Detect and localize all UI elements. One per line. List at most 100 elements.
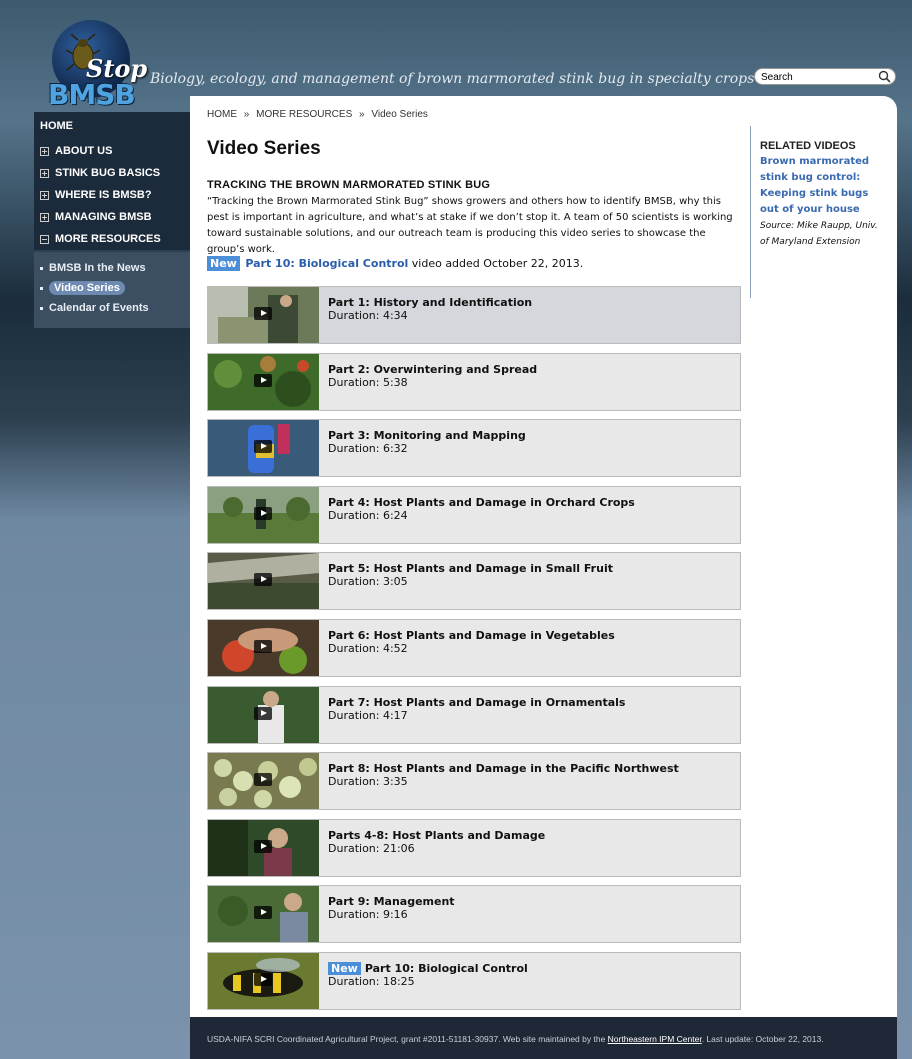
play-icon[interactable] <box>254 639 272 653</box>
logo-bmsb-text: BMSB <box>48 78 136 111</box>
nav-about-us[interactable]: ABOUT US <box>34 140 190 162</box>
video-thumbnail[interactable] <box>208 553 319 610</box>
new-video-link[interactable]: Part 10: Biological Control <box>245 257 408 270</box>
expand-icon <box>40 212 49 222</box>
related-video-source: Source: Mike Raupp, Univ. of Maryland Ex… <box>760 221 878 247</box>
video-duration: Duration: 21:06 <box>328 841 415 855</box>
play-icon[interactable] <box>254 307 272 320</box>
bullet-icon <box>40 266 43 270</box>
intro-paragraph: “Tracking the Brown Marmorated Stink Bug… <box>207 196 733 255</box>
video-item[interactable]: Part 7: Host Plants and Damage in Orname… <box>207 685 741 744</box>
video-title[interactable]: Part 8: Host Plants and Damage in the Pa… <box>328 762 679 775</box>
video-thumbnail[interactable] <box>208 420 319 477</box>
video-duration: Duration: 5:38 <box>328 375 408 389</box>
video-title[interactable]: Part 9: Management <box>328 895 455 908</box>
video-duration: Duration: 4:34 <box>328 309 408 322</box>
related-video-link[interactable]: Brown marmorated stink bug control: Keep… <box>760 154 880 218</box>
video-duration: Duration: 9:16 <box>328 908 408 922</box>
subnav: BMSB In the News Video Series Calendar o… <box>34 252 190 328</box>
bullet-icon <box>40 286 43 290</box>
new-video-announcement: New Part 10: Biological Control video ad… <box>207 256 583 271</box>
video-title[interactable]: Parts 4-8: Host Plants and Damage <box>328 829 545 842</box>
video-list: Part 1: History and Identification Durat… <box>207 286 741 1019</box>
video-item[interactable]: Parts 4-8: Host Plants and Damage Durati… <box>207 818 741 877</box>
footer-ipm-link[interactable]: Northeastern IPM Center <box>608 1034 702 1044</box>
video-thumbnail[interactable] <box>208 819 319 876</box>
video-thumbnail[interactable] <box>208 686 319 743</box>
breadcrumb-home[interactable]: HOME <box>207 109 237 120</box>
site-tagline: Biology, ecology, and management of brow… <box>150 71 755 87</box>
video-title[interactable]: Part 1: History and Identification <box>328 296 532 309</box>
play-icon[interactable] <box>254 706 272 720</box>
subnav-label: BMSB In the News <box>49 262 146 274</box>
nav-where-is-bmsb[interactable]: WHERE IS BMSB? <box>34 184 190 206</box>
footer-text-after: . Last update: October 22, 2013. <box>701 1034 824 1044</box>
nav-more-resources[interactable]: MORE RESOURCES <box>34 228 190 250</box>
play-icon[interactable] <box>254 906 272 920</box>
video-item[interactable]: Part 5: Host Plants and Damage in Small … <box>207 552 741 611</box>
subnav-calendar-of-events[interactable]: Calendar of Events <box>34 298 190 318</box>
video-duration: Duration: 6:24 <box>328 508 408 522</box>
video-thumbnail[interactable] <box>208 287 319 343</box>
video-title-text: Part 10: Biological Control <box>364 961 528 975</box>
video-thumbnail[interactable] <box>208 886 319 943</box>
video-thumbnail[interactable] <box>208 353 319 410</box>
video-title[interactable]: Part 3: Monitoring and Mapping <box>328 429 526 442</box>
subnav-bmsb-in-the-news[interactable]: BMSB In the News <box>34 258 190 278</box>
video-item[interactable]: Part 1: History and Identification Durat… <box>207 286 741 344</box>
video-item[interactable]: Part 9: Management Duration: 9:16 <box>207 885 741 944</box>
play-icon[interactable] <box>254 972 272 986</box>
nav-label: ABOUT US <box>55 145 113 157</box>
search-input[interactable] <box>761 70 871 84</box>
main-content: HOME » MORE RESOURCES » Video Series Vid… <box>190 96 897 1017</box>
video-thumbnail[interactable] <box>208 952 319 1009</box>
play-icon[interactable] <box>254 573 272 587</box>
video-duration: Duration: 4:52 <box>328 641 408 655</box>
video-item[interactable]: New Part 10: Biological Control Duration:… <box>207 951 741 1010</box>
video-duration: Duration: 18:25 <box>328 974 415 988</box>
nav-home[interactable]: HOME <box>34 112 190 140</box>
nav-managing-bmsb[interactable]: MANAGING BMSB <box>34 206 190 228</box>
video-title[interactable]: New Part 10: Biological Control <box>328 961 528 975</box>
video-thumbnail[interactable] <box>208 619 319 676</box>
subnav-video-series[interactable]: Video Series <box>34 278 190 298</box>
search-icon[interactable] <box>878 70 891 83</box>
play-icon[interactable] <box>254 506 272 520</box>
video-duration: Duration: 4:17 <box>328 708 408 722</box>
new-badge: New <box>328 961 361 975</box>
video-thumbnail[interactable] <box>208 753 319 810</box>
video-title[interactable]: Part 7: Host Plants and Damage in Orname… <box>328 696 625 709</box>
expand-icon <box>40 190 49 200</box>
video-title[interactable]: Part 2: Overwintering and Spread <box>328 363 537 376</box>
video-item[interactable]: Part 6: Host Plants and Damage in Vegeta… <box>207 618 741 677</box>
expand-icon <box>40 168 49 178</box>
video-thumbnail[interactable] <box>208 486 319 543</box>
play-icon[interactable] <box>254 373 272 387</box>
video-duration: Duration: 6:32 <box>328 442 408 456</box>
play-icon[interactable] <box>254 440 272 454</box>
breadcrumb-more-resources[interactable]: MORE RESOURCES <box>256 109 352 120</box>
nav-label: MANAGING BMSB <box>55 211 152 223</box>
video-item[interactable]: Part 4: Host Plants and Damage in Orchar… <box>207 485 741 544</box>
section-heading: TRACKING THE BROWN MARMORATED STINK BUG <box>207 179 491 191</box>
breadcrumb: HOME » MORE RESOURCES » Video Series <box>207 109 432 120</box>
video-title[interactable]: Part 5: Host Plants and Damage in Small … <box>328 562 613 575</box>
play-icon[interactable] <box>254 773 272 787</box>
video-item[interactable]: Part 3: Monitoring and Mapping Duration:… <box>207 419 741 478</box>
video-title[interactable]: Part 6: Host Plants and Damage in Vegeta… <box>328 629 615 642</box>
search-box <box>754 68 896 85</box>
video-title[interactable]: Part 4: Host Plants and Damage in Orchar… <box>328 496 635 509</box>
video-item[interactable]: Part 2: Overwintering and Spread Duratio… <box>207 352 741 411</box>
new-badge: New <box>207 256 240 271</box>
stop-bmsb-logo[interactable]: Stop BMSB <box>46 20 147 111</box>
related-videos-title: RELATED VIDEOS <box>760 140 856 152</box>
video-item[interactable]: Part 8: Host Plants and Damage in the Pa… <box>207 752 741 811</box>
expand-icon <box>40 146 49 156</box>
bullet-icon <box>40 306 43 310</box>
header: Stop BMSB Biology, ecology, and manageme… <box>0 0 912 111</box>
nav-stink-bug-basics[interactable]: STINK BUG BASICS <box>34 162 190 184</box>
footer-text-before: USDA-NIFA SCRI Coordinated Agricultural … <box>207 1034 608 1044</box>
nav-label: WHERE IS BMSB? <box>55 189 152 201</box>
play-icon[interactable] <box>254 839 272 853</box>
collapse-icon <box>40 234 49 244</box>
